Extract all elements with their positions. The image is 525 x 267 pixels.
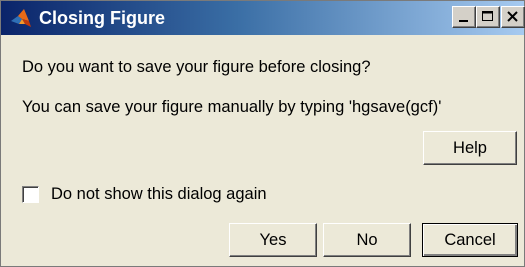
matlab-icon: [11, 9, 31, 27]
closing-figure-dialog: Closing Figure Do you want to save your …: [0, 0, 525, 267]
minimize-icon: [459, 20, 468, 22]
hint-text: You can save your figure manually by typ…: [22, 98, 442, 116]
maximize-icon: [482, 11, 493, 21]
yes-button[interactable]: Yes: [229, 223, 317, 257]
do-not-show-label[interactable]: Do not show this dialog again: [51, 184, 267, 204]
no-button[interactable]: No: [323, 223, 411, 257]
help-button[interactable]: Help: [423, 131, 517, 165]
title-bar[interactable]: Closing Figure: [1, 1, 525, 35]
window-title: Closing Figure: [39, 8, 165, 28]
close-button[interactable]: [501, 6, 525, 28]
minimize-button[interactable]: [452, 6, 476, 28]
save-prompt-text: Do you want to save your figure before c…: [22, 58, 371, 76]
maximize-button[interactable]: [476, 6, 500, 28]
do-not-show-checkbox[interactable]: [22, 186, 39, 203]
close-icon: [507, 11, 518, 22]
cancel-button[interactable]: Cancel: [422, 223, 518, 257]
